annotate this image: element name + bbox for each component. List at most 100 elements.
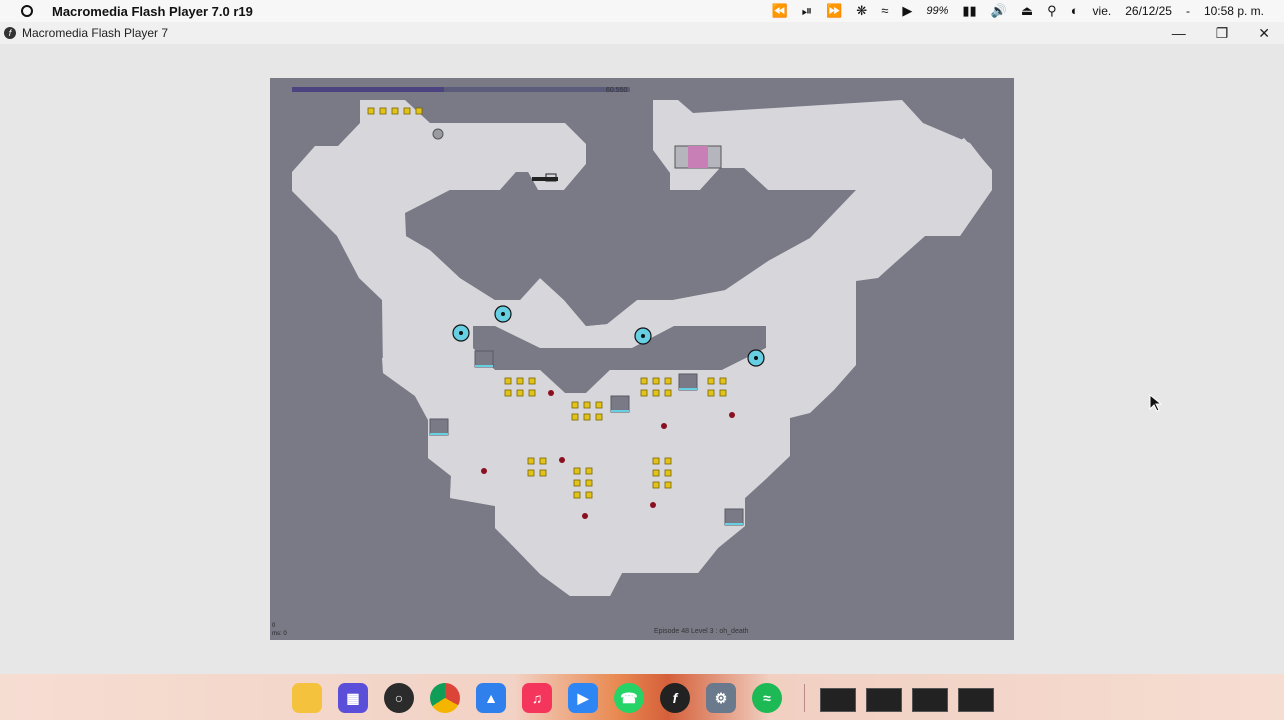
gold-piece (504, 377, 512, 385)
window-controls: — ❐ ✕ (1172, 22, 1270, 44)
menu-bar: Macromedia Flash Player 7.0 r19 ⏪ ⏯ ⏩ ❋ … (0, 0, 1284, 22)
gold-piece (652, 481, 660, 489)
fast-forward-icon[interactable]: ⏩ (826, 0, 842, 22)
mine (582, 513, 588, 519)
launch-pad-block (724, 508, 744, 526)
gold-piece (516, 377, 524, 385)
gold-piece (573, 491, 581, 499)
drone-eye (641, 334, 645, 338)
gold-piece (573, 467, 581, 475)
gold-piece (640, 377, 648, 385)
gold-piece (707, 377, 715, 385)
gold-piece (504, 389, 512, 397)
launch-pad-edge (611, 410, 629, 412)
flash-app-icon: f (4, 27, 16, 39)
gold-piece (664, 469, 672, 477)
minimized-window-thumb[interactable] (820, 688, 856, 712)
launch-pad-block (610, 395, 630, 413)
whatsapp-icon[interactable]: ☎ (614, 683, 644, 713)
flash-icon[interactable]: f (660, 683, 690, 713)
gold-piece (528, 377, 536, 385)
gold-piece (539, 469, 547, 477)
gold-piece (527, 457, 535, 465)
gold-piece (719, 389, 727, 397)
dock: ▦ ○ ▲ ♫ ▶ ☎ f ⚙ ≈ (0, 674, 1284, 720)
status-area: ⏪ ⏯ ⏩ ❋ ≈ ▶ 99% ▮▮ 🔊 ⏏ ⚲ ◐ vie. 26/12/25… (772, 0, 1265, 22)
drone-eye (501, 312, 505, 316)
gold-piece (571, 401, 579, 409)
folder-icon[interactable] (292, 683, 322, 713)
launch-pad-block (474, 350, 494, 368)
paint-icon[interactable]: ▲ (476, 683, 506, 713)
gold-piece (707, 389, 715, 397)
level-label: Episode 48 Level 3 : oh_death (654, 628, 749, 635)
game-canvas[interactable]: 60.550 0 ms: 0 Episode 48 Level 3 : oh_deat… (270, 78, 1014, 640)
media-player-icon[interactable]: ▶ (568, 683, 598, 713)
spotify-icon[interactable]: ≈ (752, 683, 782, 713)
ninja-player (532, 177, 558, 181)
music-icon[interactable]: ♫ (522, 683, 552, 713)
gold-piece (391, 107, 399, 115)
clock-date: 26/12/25 (1125, 4, 1172, 18)
drone-eye (754, 356, 758, 360)
gold-piece (719, 377, 727, 385)
obs-icon[interactable]: ○ (384, 683, 414, 713)
settings-icon[interactable]: ⚙ (706, 683, 736, 713)
gold-piece (527, 469, 535, 477)
gold-piece (415, 107, 423, 115)
gold-piece (664, 377, 672, 385)
play-circle-icon[interactable]: ▶ (902, 0, 912, 22)
window-title: Macromedia Flash Player 7 (22, 26, 169, 40)
gold-piece (652, 469, 660, 477)
eject-icon[interactable]: ⏏ (1021, 0, 1033, 22)
gold-piece (652, 389, 660, 397)
search-icon[interactable]: ⚲ (1047, 0, 1057, 22)
gold-piece (403, 107, 411, 115)
app-name[interactable]: Macromedia Flash Player 7.0 r19 (52, 4, 253, 19)
minimized-window-thumb[interactable] (866, 688, 902, 712)
gold-piece (367, 107, 375, 115)
gold-piece (379, 107, 387, 115)
gold-piece (595, 413, 603, 421)
gold-piece (585, 491, 593, 499)
rewind-icon[interactable]: ⏪ (772, 0, 788, 22)
battery-icon[interactable]: ▮▮ (962, 0, 976, 22)
system-menu-icon[interactable] (21, 5, 33, 17)
mine (661, 423, 667, 429)
dock-separator (804, 684, 805, 712)
hud-counter: 0 (272, 623, 276, 629)
exit-switch (432, 128, 444, 140)
close-icon[interactable]: ✕ (1258, 25, 1270, 42)
gold-piece (573, 479, 581, 487)
clock-separator: - (1185, 4, 1190, 18)
gold-piece (516, 389, 524, 397)
timer-bar-fill (292, 87, 444, 92)
play-pause-icon[interactable]: ⏯ (802, 0, 812, 22)
minimize-icon[interactable]: — (1172, 25, 1186, 41)
clock-time[interactable]: 10:58 p. m. (1204, 4, 1264, 18)
gold-piece (595, 401, 603, 409)
restore-icon[interactable]: ❐ (1216, 25, 1229, 42)
minimized-window-thumb[interactable] (912, 688, 948, 712)
wifi-icon[interactable]: ≈ (881, 0, 888, 22)
window-title-bar: f Macromedia Flash Player 7 — ❐ ✕ (0, 22, 1284, 44)
control-center-icon[interactable]: ◐ (1071, 0, 1079, 22)
windows-icon[interactable]: ▦ (338, 683, 368, 713)
mouse-cursor-icon (1149, 394, 1163, 412)
chrome-icon[interactable] (430, 683, 460, 713)
launch-pad-edge (475, 365, 493, 367)
timer-value: 60.550 (606, 87, 628, 94)
mine (650, 502, 656, 508)
gold-piece (528, 389, 536, 397)
gold-piece (640, 389, 648, 397)
minimized-window-thumb[interactable] (958, 688, 994, 712)
launch-pad-edge (430, 433, 448, 435)
clock-day: vie. (1092, 4, 1112, 18)
gold-piece (585, 467, 593, 475)
volume-icon[interactable]: 🔊 (991, 0, 1007, 22)
mine (729, 412, 735, 418)
launch-pad-block (678, 373, 698, 391)
openai-icon[interactable]: ❋ (856, 0, 867, 22)
hud-score: ms: 0 (272, 631, 287, 637)
gold-piece (583, 401, 591, 409)
